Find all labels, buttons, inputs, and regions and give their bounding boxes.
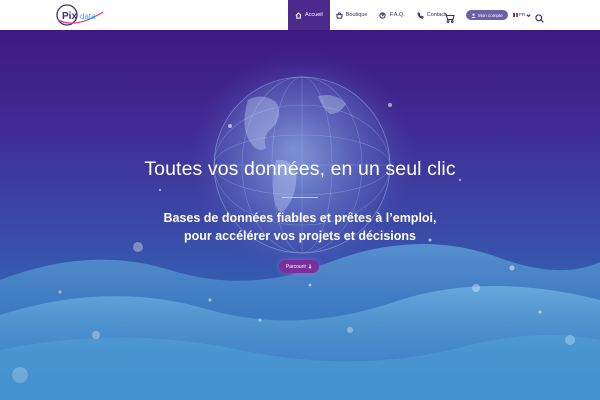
nav-label: F.A.Q. [389, 12, 405, 18]
hero-section: Toutes vos données, en un seul clic Base… [0, 30, 600, 400]
pixdata-logo[interactable]: Pix data [56, 3, 106, 27]
cart-icon[interactable] [444, 10, 455, 23]
hero-subtitle-line-1: Bases de données fiables et prêtes à l’e… [163, 211, 437, 225]
browse-button-label: Parcourir [285, 263, 307, 270]
arrow-down-icon [308, 264, 312, 269]
language-switcher[interactable]: FR [513, 11, 531, 19]
hero-title: Toutes vos données, en un seul clic [144, 158, 456, 180]
nav-item-faq[interactable]: F.A.Q. [373, 0, 410, 30]
france-flag-icon [513, 13, 519, 17]
shop-icon [336, 11, 343, 19]
browse-button[interactable]: Parcourir [279, 260, 319, 273]
user-icon [471, 13, 476, 18]
svg-text:Pix: Pix [62, 11, 77, 22]
chevron-down-icon [526, 13, 531, 18]
main-nav: Accueil Boutique F.A.Q. Contact [288, 0, 452, 30]
nav-item-boutique[interactable]: Boutique [330, 0, 374, 30]
site-header: Pix data Accueil Boutique F.A.Q. Contact… [0, 0, 600, 30]
home-icon [295, 11, 302, 19]
nav-label: Contact [426, 12, 446, 18]
nav-item-accueil[interactable]: Accueil [288, 0, 330, 30]
account-label: Mon compte [478, 12, 503, 18]
hero-divider [282, 197, 318, 198]
nav-label: Accueil [305, 12, 323, 18]
question-icon [379, 11, 387, 19]
account-button[interactable]: Mon compte [466, 10, 508, 20]
svg-text:data: data [80, 12, 96, 21]
hero-subtitle-line-2: pour accélérer vos projets et décisions [183, 229, 417, 243]
language-label: FR [519, 12, 526, 18]
logo-mark: Pix data [56, 4, 104, 26]
hero-subtitle: Bases de données fiables et prêtes à l’e… [0, 209, 600, 245]
search-icon[interactable] [535, 10, 544, 23]
phone-icon [417, 11, 424, 19]
nav-label: Boutique [345, 12, 368, 18]
